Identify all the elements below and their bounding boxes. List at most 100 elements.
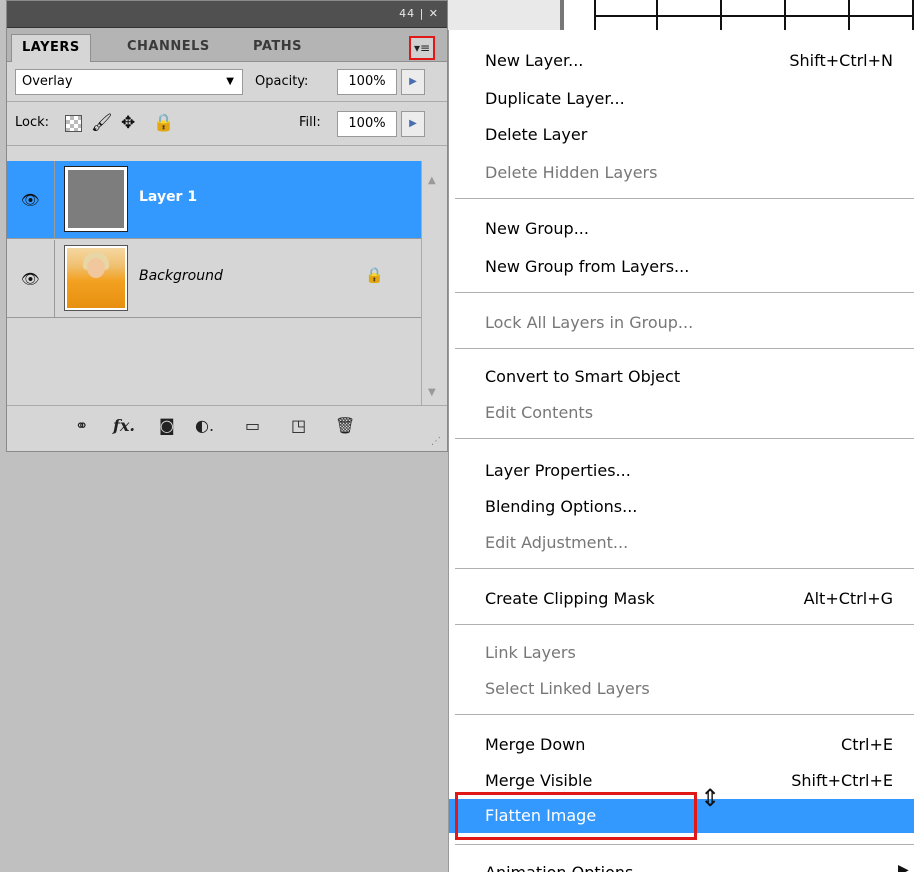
layers-scrollbar[interactable]: ▲ ▼	[421, 161, 447, 405]
new-layer-icon[interactable]: ◳	[291, 416, 306, 435]
trash-icon[interactable]: 🗑	[335, 416, 355, 435]
menu-item-label: Edit Contents	[485, 403, 594, 422]
menu-separator	[455, 198, 914, 200]
lock-pixels-brush-icon[interactable]: 🖌	[91, 113, 113, 133]
menu-separator	[455, 714, 914, 716]
mask-icon[interactable]: ◙	[159, 416, 175, 435]
blend-row: Overlay ▼ Opacity: 100% ▶	[7, 62, 447, 102]
scroll-down-icon[interactable]: ▼	[428, 387, 436, 398]
opacity-field[interactable]: 100%	[337, 69, 397, 95]
menu-item-blending-options[interactable]: Blending Options...	[449, 490, 914, 524]
lock-position-move-icon[interactable]: ✥	[121, 113, 135, 133]
layer-thumbnail	[64, 166, 128, 232]
layer-name[interactable]: Background	[139, 268, 223, 284]
lock-icon: 🔒	[365, 266, 384, 284]
menu-item-label: New Group from Layers...	[485, 257, 690, 276]
panel-tabs: LAYERS CHANNELS PATHS ▾≡	[7, 28, 447, 62]
adjustment-icon[interactable]: ◐.	[195, 416, 214, 435]
menu-item-new-layer[interactable]: New Layer... Shift+Ctrl+N	[449, 44, 914, 78]
menu-separator	[455, 292, 914, 294]
lock-all-icon[interactable]: 🔒	[153, 113, 174, 133]
menu-item-new-group-from-layers[interactable]: New Group from Layers...	[449, 250, 914, 284]
tab-layers[interactable]: LAYERS	[11, 34, 91, 62]
workspace-background	[0, 452, 448, 872]
panel-menu-icon: ▾≡	[413, 41, 431, 55]
menu-item-delete-layer[interactable]: Delete Layer	[449, 118, 914, 152]
lock-label: Lock:	[15, 115, 50, 130]
menu-separator	[455, 624, 914, 626]
menu-item-lock-all-layers[interactable]: Lock All Layers in Group...	[449, 306, 914, 340]
menu-separator	[455, 438, 914, 440]
fx-icon[interactable]: fx.	[113, 416, 135, 435]
tab-channels[interactable]: CHANNELS	[117, 34, 220, 62]
layers-list: 👁 Layer 1 👁 Background 🔒	[7, 161, 447, 405]
layer-row-layer-1[interactable]: 👁 Layer 1	[7, 161, 421, 239]
menu-item-label: Delete Hidden Layers	[485, 163, 658, 182]
opacity-label: Opacity:	[255, 74, 309, 89]
menu-item-label: Merge Down	[485, 735, 586, 754]
menu-item-merge-visible[interactable]: Merge Visible Shift+Ctrl+E	[449, 764, 914, 798]
menu-item-label: Blending Options...	[485, 497, 638, 516]
layer-thumbnail	[64, 245, 128, 311]
layers-panel: 44 | ✕ LAYERS CHANNELS PATHS ▾≡ Overlay …	[6, 0, 448, 452]
tab-paths[interactable]: PATHS	[243, 34, 312, 62]
menu-item-label: Convert to Smart Object	[485, 367, 681, 386]
fill-field[interactable]: 100%	[337, 111, 397, 137]
opacity-slider-button[interactable]: ▶	[401, 69, 425, 95]
lock-row: Lock: 🖌 ✥ 🔒 Fill: 100% ▶	[7, 102, 447, 146]
menu-item-new-group[interactable]: New Group...	[449, 212, 914, 246]
menu-item-label: Animation Options	[485, 863, 633, 872]
menu-item-label: Duplicate Layer...	[485, 89, 625, 108]
panel-footer: ⚭ fx. ◙ ◐. ▭ ◳ 🗑 ⋰	[7, 405, 447, 451]
panel-flyout-menu: New Layer... Shift+Ctrl+N Duplicate Laye…	[448, 30, 914, 872]
resize-cursor-icon: ⇕	[700, 784, 721, 812]
eye-icon: 👁	[21, 191, 41, 209]
menu-item-flatten-image[interactable]: Flatten Image	[449, 799, 914, 833]
scroll-up-icon[interactable]: ▲	[428, 175, 436, 186]
menu-separator	[455, 348, 914, 350]
menu-item-label: Flatten Image	[485, 806, 597, 825]
menu-item-shortcut: Shift+Ctrl+N	[789, 51, 893, 70]
menu-item-label: Delete Layer	[485, 125, 588, 144]
resize-grip-icon[interactable]: ⋰	[431, 436, 441, 447]
visibility-toggle[interactable]: 👁	[7, 161, 55, 239]
layer-row-background[interactable]: 👁 Background 🔒	[7, 240, 421, 318]
panel-menu-button[interactable]: ▾≡	[409, 36, 435, 60]
submenu-arrow-icon: ▶	[898, 862, 909, 872]
panel-titlebar[interactable]: 44 | ✕	[7, 1, 447, 28]
panel-collapse-close-controls[interactable]: 44 | ✕	[399, 7, 439, 20]
folder-icon[interactable]: ▭	[245, 416, 260, 435]
layer-name[interactable]: Layer 1	[139, 189, 197, 205]
menu-item-delete-hidden-layers[interactable]: Delete Hidden Layers	[449, 156, 914, 190]
menu-separator	[455, 568, 914, 570]
fill-slider-button[interactable]: ▶	[401, 111, 425, 137]
menu-item-edit-contents[interactable]: Edit Contents	[449, 396, 914, 430]
menu-item-label: New Group...	[485, 219, 589, 238]
lock-transparency-icon[interactable]	[65, 115, 82, 132]
menu-item-label: Create Clipping Mask	[485, 589, 655, 608]
menu-item-label: Link Layers	[485, 643, 576, 662]
menu-item-label: New Layer...	[485, 51, 584, 70]
menu-item-shortcut: Shift+Ctrl+E	[791, 771, 893, 790]
link-icon[interactable]: ⚭	[75, 416, 88, 435]
fill-label: Fill:	[299, 115, 321, 130]
menu-item-select-linked-layers[interactable]: Select Linked Layers	[449, 672, 914, 706]
menu-item-shortcut: Ctrl+E	[841, 735, 893, 754]
blend-mode-value: Overlay	[22, 74, 73, 89]
menu-item-create-clipping-mask[interactable]: Create Clipping Mask Alt+Ctrl+G	[449, 582, 914, 616]
blend-mode-select[interactable]: Overlay ▼	[15, 69, 243, 95]
menu-item-animation-options[interactable]: Animation Options	[449, 856, 914, 872]
menu-item-duplicate-layer[interactable]: Duplicate Layer...	[449, 82, 914, 116]
menu-item-edit-adjustment[interactable]: Edit Adjustment...	[449, 526, 914, 560]
menu-item-layer-properties[interactable]: Layer Properties...	[449, 454, 914, 488]
menu-separator	[455, 844, 914, 846]
menu-item-merge-down[interactable]: Merge Down Ctrl+E	[449, 728, 914, 762]
menu-item-link-layers[interactable]: Link Layers	[449, 636, 914, 670]
menu-item-label: Edit Adjustment...	[485, 533, 629, 552]
menu-item-label: Layer Properties...	[485, 461, 631, 480]
menu-item-shortcut: Alt+Ctrl+G	[803, 589, 893, 608]
menu-item-label: Select Linked Layers	[485, 679, 650, 698]
menu-item-convert-smart-object[interactable]: Convert to Smart Object	[449, 360, 914, 394]
visibility-toggle[interactable]: 👁	[7, 240, 55, 318]
menu-item-label: Merge Visible	[485, 771, 593, 790]
